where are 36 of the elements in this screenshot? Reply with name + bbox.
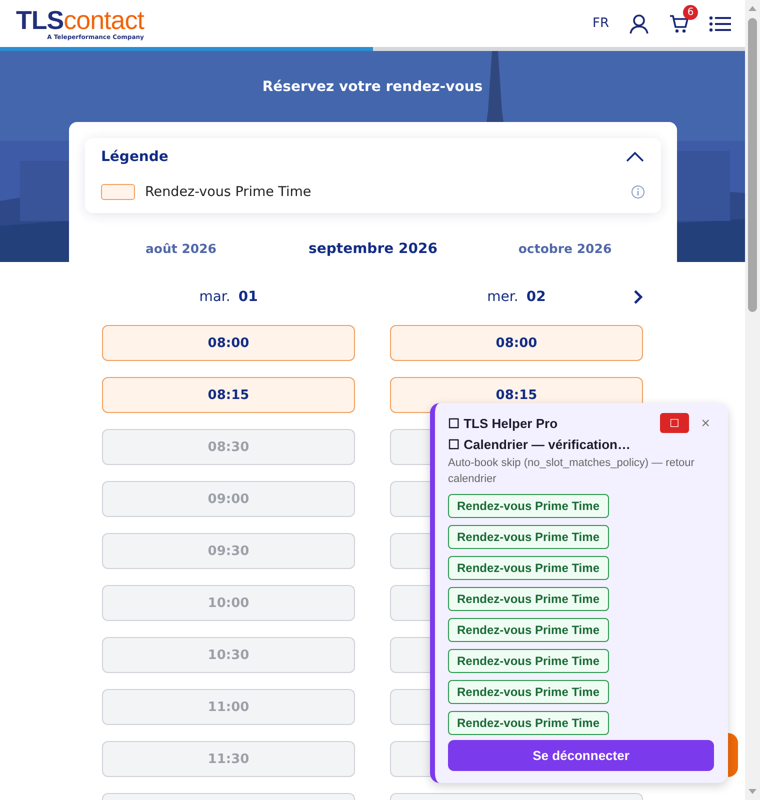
menu-icon[interactable] — [709, 14, 731, 32]
cart-icon[interactable] — [669, 14, 689, 34]
legend-label: Rendez-vous Prime Time — [145, 184, 312, 200]
prime-time-swatch — [101, 184, 135, 200]
logout-button[interactable]: Se déconnecter — [448, 740, 714, 771]
panel-title: ☐ TLS Helper Pro — [448, 416, 558, 430]
day-number: 02 — [526, 289, 546, 305]
legend-title: Légende — [101, 149, 168, 165]
month-tab[interactable]: octobre 2026 — [518, 240, 612, 256]
time-slot-button[interactable]: 08:00 — [102, 325, 355, 361]
slot-tag: Rendez-vous Prime Time — [448, 618, 608, 642]
weekday-label: mer. — [487, 289, 518, 305]
slot-tag: Rendez-vous Prime Time — [448, 587, 608, 611]
chevron-up-icon[interactable] — [625, 151, 645, 163]
month-tab[interactable]: août 2026 — [145, 240, 217, 256]
info-icon[interactable] — [631, 185, 645, 199]
slot-tag: Rendez-vous Prime Time — [448, 649, 608, 673]
chat-button[interactable] — [728, 733, 738, 777]
status-message: Auto-book skip (no_slot_matches_policy) — retour calendrier — [448, 456, 696, 487]
slot-tag: Rendez-vous Prime Time — [448, 711, 608, 735]
user-icon[interactable] — [629, 14, 649, 34]
time-slot-button[interactable]: 08:00 — [390, 325, 643, 361]
stop-button[interactable]: ☐ — [660, 413, 690, 433]
day-number: 01 — [238, 289, 258, 305]
slot-tag: Rendez-vous Prime Time — [448, 680, 608, 704]
cart-count-badge: 6 — [683, 4, 698, 20]
close-button[interactable]: × — [697, 414, 714, 432]
language-selector[interactable]: FR — [592, 16, 609, 31]
status-text: ☐ Calendrier — vérification… — [448, 437, 632, 452]
page-title: Réservez votre rendez-vous — [262, 79, 483, 95]
month-tab[interactable]: septembre 2026 — [308, 240, 438, 256]
weekday-label: mar. — [199, 289, 230, 305]
slot-tag: Rendez-vous Prime Time — [448, 525, 608, 549]
slot-tag: Rendez-vous Prime Time — [448, 556, 608, 580]
time-slot-button[interactable]: 08:15 — [102, 377, 355, 413]
slot-tag: Rendez-vous Prime Time — [448, 494, 608, 518]
